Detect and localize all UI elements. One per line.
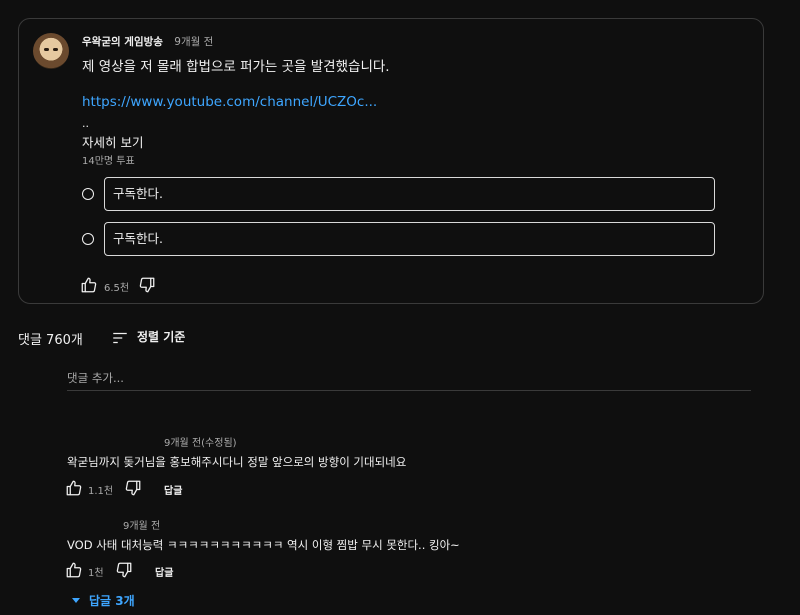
read-more-button[interactable]: 자세히 보기: [82, 132, 143, 151]
sort-icon: [111, 329, 129, 347]
author-name[interactable]: 우왁굳의 게임방송: [82, 36, 163, 48]
poll-option-label[interactable]: 구독한다.: [104, 177, 715, 211]
comment-count: 댓글 760개: [18, 333, 83, 348]
comment-time[interactable]: 9개월 전(수정됨): [164, 434, 237, 449]
like-count: 1.1천: [88, 486, 114, 497]
add-comment-input[interactable]: 댓글 추가...: [67, 370, 751, 391]
replies-label: 답글 3개: [89, 594, 135, 608]
sort-button[interactable]: 정렬 기준: [111, 327, 201, 349]
sort-label: 정렬 기준: [137, 330, 186, 344]
dislike-icon[interactable]: [138, 276, 158, 296]
comment-text: 왁굳님까지 돚거님을 홍보해주시다니 정말 앞으로의 방향이 기대되네요: [67, 455, 407, 469]
community-post-card: 우왁굳의 게임방송 9개월 전 제 영상을 저 몰래 합법으로 퍼가는 곳을 발…: [18, 18, 764, 304]
comment-text: VOD 사태 대처능력 ㅋㅋㅋㅋㅋㅋㅋㅋㅋㅋㅋ 역시 이형 찜밥 무시 못한다.…: [67, 538, 460, 552]
like-count: 6.5천: [104, 283, 130, 294]
channel-avatar[interactable]: [33, 33, 69, 69]
like-count: 1천: [88, 568, 104, 579]
view-replies-button[interactable]: 답글 3개: [72, 592, 135, 610]
poll-option-label[interactable]: 구독한다.: [104, 222, 715, 256]
like-icon[interactable]: [80, 276, 100, 296]
poll-option[interactable]: 구독한다.: [79, 177, 715, 211]
poll-vote-count: 14만명 투표: [82, 156, 135, 167]
reply-button[interactable]: 답글: [164, 482, 182, 497]
like-icon[interactable]: [65, 561, 85, 581]
post-link[interactable]: https://www.youtube.com/channel/UCZOc...: [82, 94, 377, 110]
avatar-eye: [53, 48, 58, 51]
comment-time[interactable]: 9개월 전: [123, 517, 160, 532]
poll-option[interactable]: 구독한다.: [79, 222, 715, 256]
post-text: 제 영상을 저 몰래 합법으로 퍼가는 곳을 발견했습니다.: [82, 59, 390, 75]
post-time[interactable]: 9개월 전: [174, 36, 213, 48]
radio-icon[interactable]: [82, 188, 94, 200]
like-icon[interactable]: [65, 479, 85, 499]
dislike-icon[interactable]: [124, 479, 144, 499]
post-ellipsis: ..: [82, 117, 89, 130]
post-header: 우왁굳의 게임방송 9개월 전: [82, 34, 213, 49]
chevron-down-icon: [72, 598, 80, 603]
dislike-icon[interactable]: [115, 561, 135, 581]
avatar-eye: [44, 48, 49, 51]
reply-button[interactable]: 답글: [155, 564, 173, 579]
radio-icon[interactable]: [82, 233, 94, 245]
